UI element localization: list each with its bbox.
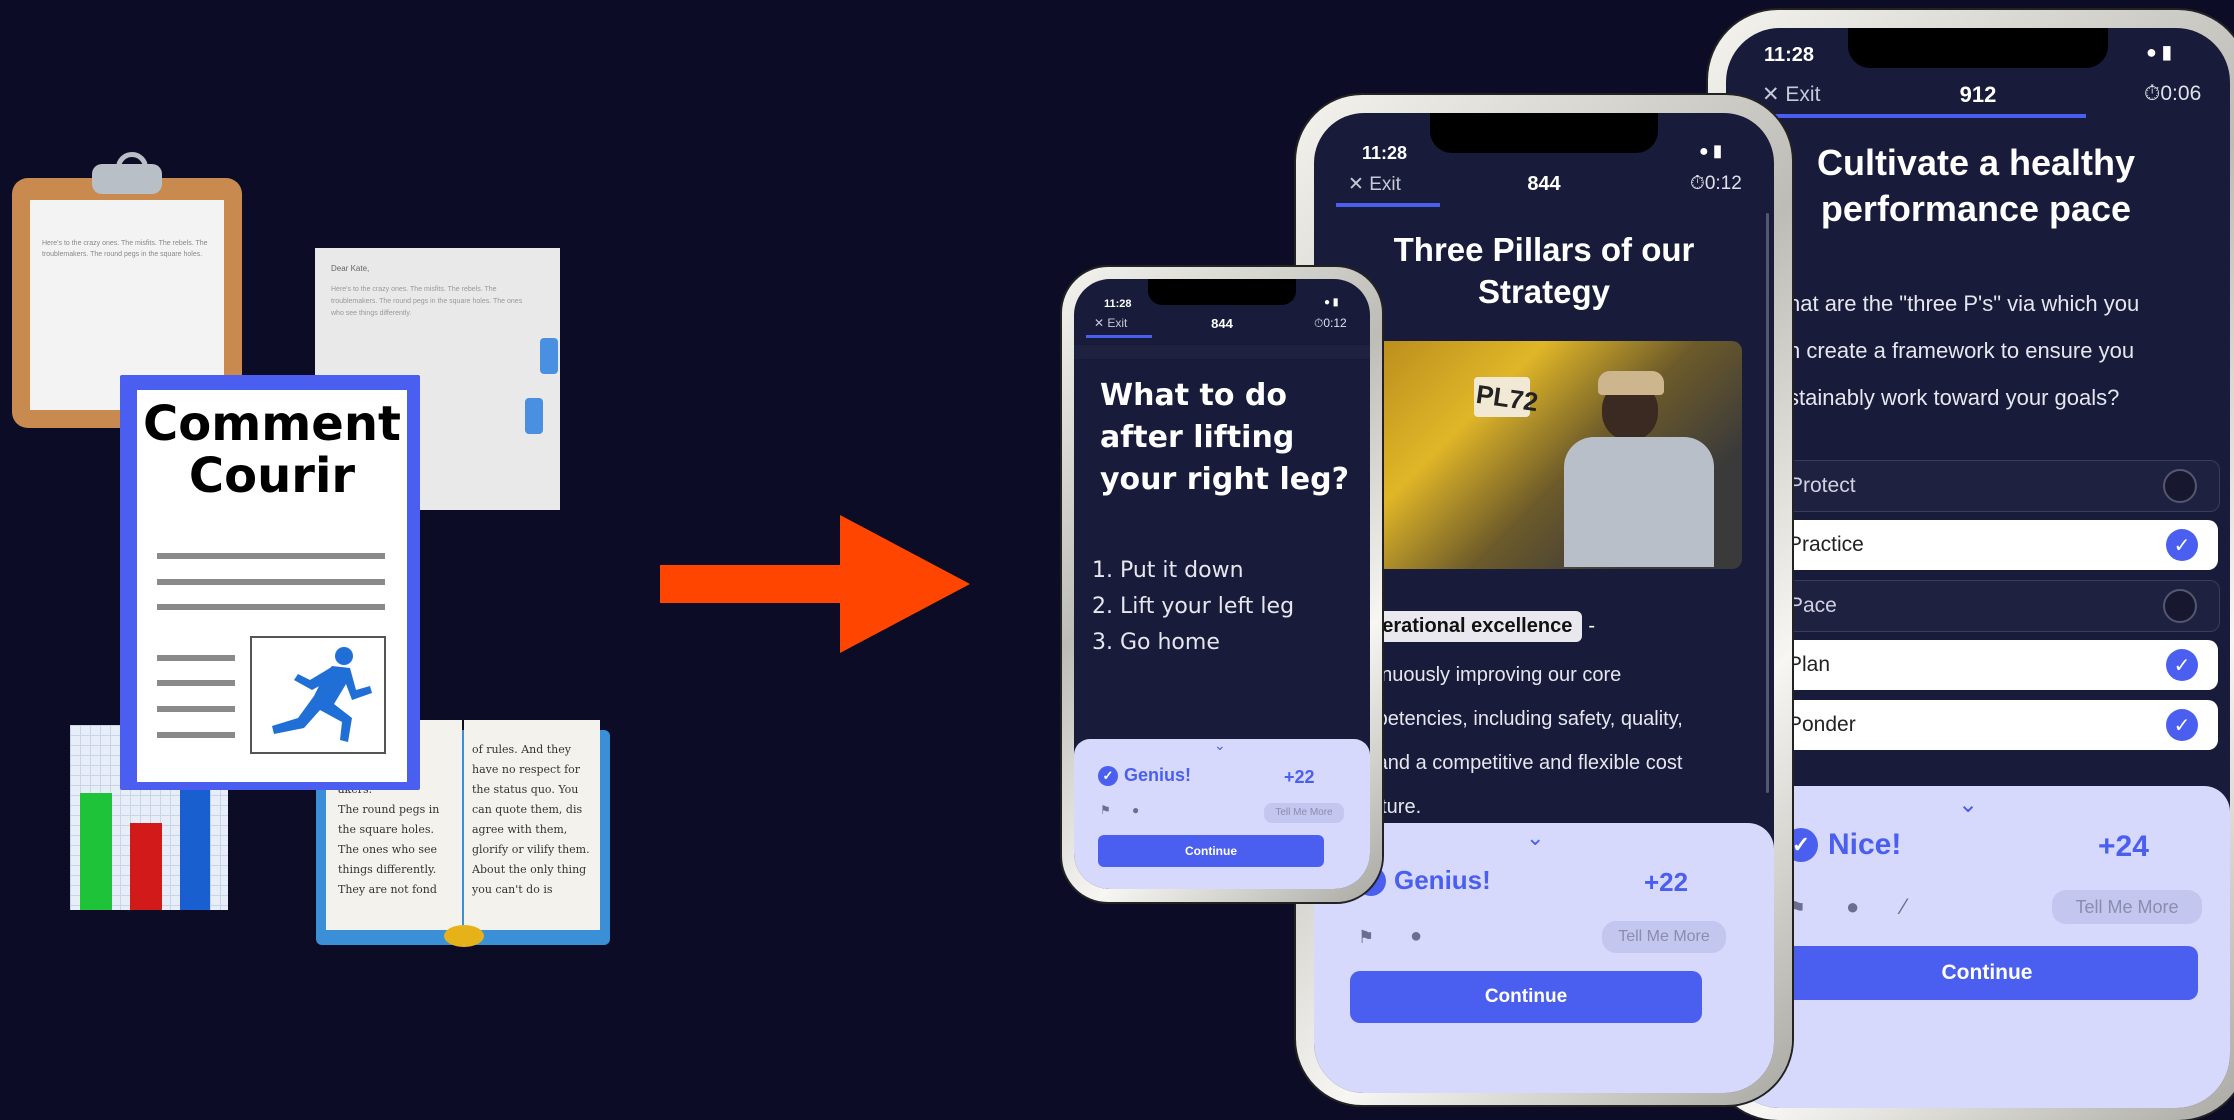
comment-icon[interactable]: ●	[1846, 894, 1859, 920]
chevron-down-icon[interactable]: ⌄	[1526, 825, 1544, 851]
letter-greeting: Dear Kate,	[331, 264, 370, 273]
phone-small-screen: 11:28 ● ▮ ✕ Exit 844 ⏱0:12 What to do af…	[1074, 279, 1370, 889]
comment-icon[interactable]: ●	[1410, 925, 1422, 948]
unchecked-circle-icon	[2163, 589, 2197, 623]
unchecked-circle-icon	[2163, 469, 2197, 503]
feedback-card: ⌄ ✓ Genius! +22 ⚑ ● Tell Me More Continu…	[1314, 823, 1774, 1093]
status-time: 11:28	[1764, 44, 1815, 66]
highlight-chip: perational excellence	[1360, 611, 1583, 642]
progress-bar	[1086, 335, 1152, 338]
check-icon: ✓	[2166, 649, 2198, 681]
body-text: ntinuously improving our core mpetencies…	[1360, 664, 1683, 818]
doc-line	[157, 680, 235, 686]
option-ponder[interactable]: Ponder ✓	[1778, 700, 2218, 750]
flag-icon[interactable]: ⚑	[1100, 803, 1111, 817]
comment-icon[interactable]: ●	[1132, 803, 1139, 817]
doc-line	[157, 553, 385, 559]
feedback-card: ⌄ ✓ Nice! +24 ⚑ ● ⁄ Tell Me More Continu…	[1726, 786, 2230, 1108]
phone-mid-screen: 11:28 ● ▮ ✕ Exit 844 ⏱0:12 Three Pillars…	[1314, 113, 1774, 1093]
letter-text: Here's to the crazy ones. The misfits. T…	[331, 286, 523, 317]
status-icons: ● ▮	[1699, 143, 1722, 160]
runner-image	[250, 636, 386, 754]
status-icons: ● ▮	[2146, 42, 2172, 62]
question-text: What to do after lifting your right leg?	[1100, 378, 1349, 497]
book-right-page: of rules. And they have no respect for the…	[472, 743, 590, 896]
highlight-row: perational excellence -	[1360, 611, 1595, 642]
phone-large-screen: 11:28 ● ▮ ✕ Exit 912 ⏱0:06 Cultivate a h…	[1726, 28, 2230, 1108]
points-label: +24	[2098, 830, 2149, 863]
points-label: +22	[1644, 867, 1689, 897]
edit-icon[interactable]: ⁄	[1902, 894, 1906, 920]
doc-line	[157, 604, 385, 610]
chevron-down-icon[interactable]: ⌄	[1958, 790, 1978, 819]
timer-label: ⏱0:06	[2144, 82, 2202, 105]
status-icons: ● ▮	[1324, 297, 1339, 308]
tell-me-more-button[interactable]: Tell Me More	[2052, 890, 2202, 924]
document-title: Comment Courir	[143, 396, 401, 504]
option-protect[interactable]: Protect	[1778, 460, 2220, 512]
continue-button[interactable]: Continue	[1098, 835, 1324, 867]
flag-icon[interactable]: ⚑	[1358, 927, 1374, 948]
arrow-icon	[660, 515, 970, 653]
answer-list: 1. Put it down 2. Lift your left leg 3. …	[1092, 558, 1295, 655]
feedback-label: Genius!	[1394, 865, 1491, 895]
doc-line	[157, 655, 235, 661]
check-icon: ✓	[2166, 529, 2198, 561]
option-practice[interactable]: Practice ✓	[1778, 520, 2218, 570]
tell-me-more-button[interactable]: Tell Me More	[1264, 803, 1344, 823]
lesson-photo: PL72	[1364, 341, 1742, 569]
feedback-label: Nice!	[1828, 828, 1902, 861]
feedback-card: ⌄ ✓ Genius! +22 ⚑ ● Tell Me More Continu…	[1074, 737, 1370, 889]
feedback-row: ✓ Nice!	[1784, 828, 1901, 862]
feedback-label: Genius!	[1124, 765, 1192, 785]
doc-line	[157, 706, 235, 712]
doc-line	[157, 579, 385, 585]
status-time: 11:28	[1362, 143, 1408, 163]
clipboard-text: Here's to the crazy ones. The misfits. T…	[42, 240, 208, 258]
continue-button[interactable]: Continue	[1350, 971, 1702, 1023]
progress-bar	[1736, 114, 2086, 118]
continue-button[interactable]: Continue	[1776, 946, 2198, 1000]
chevron-down-icon[interactable]: ⌄	[1214, 737, 1226, 754]
check-icon: ✓	[2166, 709, 2198, 741]
doc-line	[157, 732, 235, 738]
lesson-title: Cultivate a healthy performance pace	[1816, 142, 2136, 229]
status-time: 11:28	[1104, 298, 1132, 310]
check-circle-icon: ✓	[1098, 765, 1118, 786]
points-label: +22	[1284, 767, 1315, 787]
progress-bar	[1336, 203, 1440, 207]
feedback-row: ✓ Genius!	[1098, 765, 1191, 786]
question-text: hat are the "three P's" via which you n …	[1788, 291, 2140, 410]
timer-label: ⏱0:12	[1690, 173, 1742, 194]
lesson-title: Three Pillars of our Strategy	[1393, 231, 1695, 310]
tell-me-more-button[interactable]: Tell Me More	[1602, 921, 1726, 953]
scrollbar[interactable]	[1766, 213, 1769, 793]
option-pace[interactable]: Pace	[1778, 580, 2220, 632]
phone-small: 11:28 ● ▮ ✕ Exit 844 ⏱0:12 What to do af…	[1062, 267, 1382, 902]
option-plan[interactable]: Plan ✓	[1778, 640, 2218, 690]
timer-label: ⏱0:12	[1314, 316, 1347, 330]
